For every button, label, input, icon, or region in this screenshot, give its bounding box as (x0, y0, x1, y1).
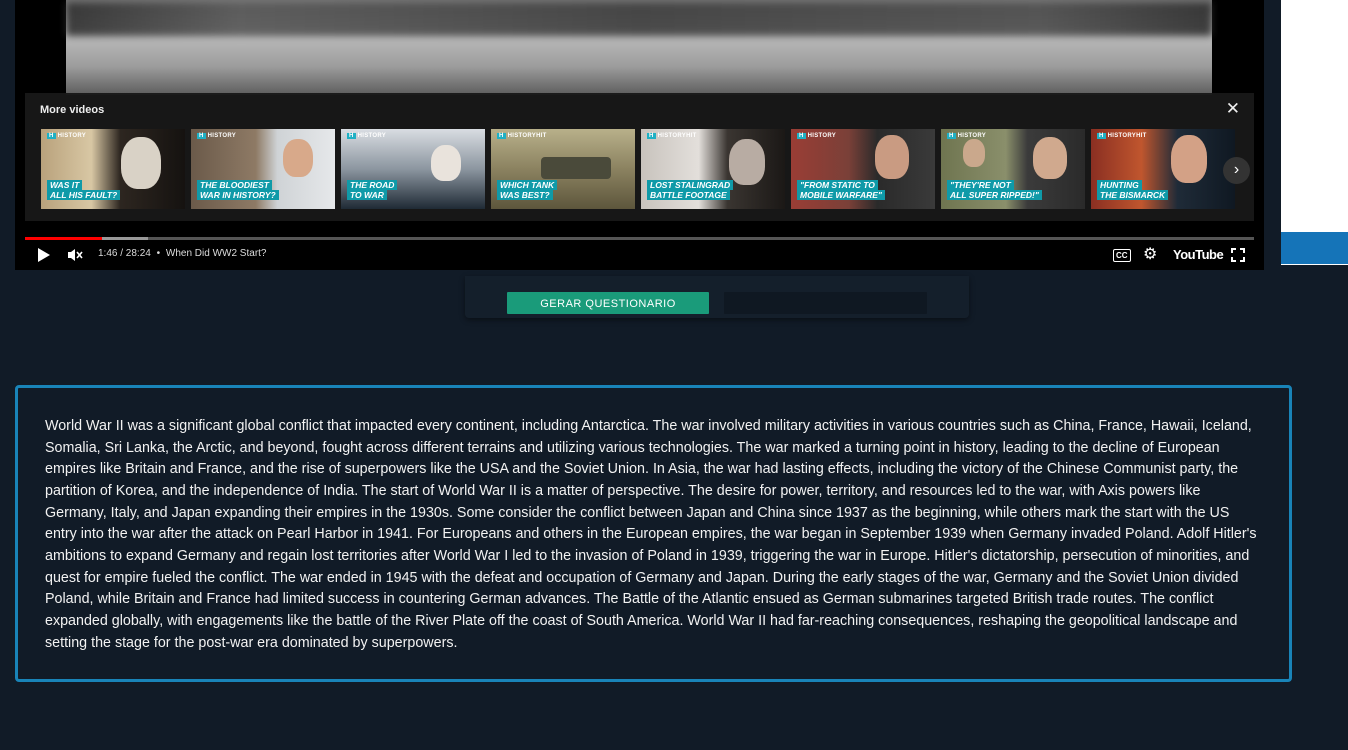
thumbnail-brand: HISTORYHIT (1097, 133, 1147, 139)
secondary-button[interactable] (724, 292, 927, 314)
player-controls: 1:46 / 28:24 • When Did WW2 Start? CC ⚙ … (25, 244, 1254, 266)
thumbnail-caption-line-2: TO WAR (347, 190, 387, 200)
volume-muted-icon[interactable] (67, 244, 83, 266)
video-thumbnail[interactable]: HISTORY THE ROADTO WAR (341, 129, 485, 209)
video-thumbnail[interactable]: HISTORY WAS ITALL HIS FAULT? (41, 129, 185, 209)
more-videos-title: More videos (40, 104, 105, 116)
thumbnail-caption-line-2: ALL SUPER RIPPED!" (947, 190, 1042, 200)
video-thumbnail[interactable]: HISTORYHIT LOST STALINGRADBATTLE FOOTAGE (641, 129, 785, 209)
thumbnail-caption-line-1: THE ROAD (347, 180, 398, 190)
summary-text: World War II was a significant global co… (45, 418, 1257, 651)
fullscreen-icon[interactable] (1231, 244, 1245, 266)
thumbnail-brand: HISTORY (347, 133, 386, 139)
video-frame[interactable] (66, 0, 1212, 95)
time-display: 1:46 / 28:24 (98, 248, 151, 259)
captions-icon[interactable]: CC (1113, 249, 1131, 262)
side-panel (1281, 0, 1348, 265)
thumbnail-strip: HISTORY WAS ITALL HIS FAULT? HISTORY THE… (41, 129, 1236, 209)
play-icon[interactable] (37, 244, 51, 266)
close-icon[interactable]: ✕ (1226, 100, 1240, 118)
thumbnail-caption-line-1: HUNTING (1097, 180, 1142, 190)
thumbnail-brand: HISTORY (47, 133, 86, 139)
progress-played (25, 237, 102, 240)
thumbnail-caption-line-1: THE BLOODIEST (197, 180, 272, 190)
thumbnail-caption-line-2: BATTLE FOOTAGE (647, 190, 730, 200)
thumbnail-caption-line-2: THE BISMARCK (1097, 190, 1169, 200)
video-time-info: 1:46 / 28:24 • When Did WW2 Start? (98, 248, 267, 259)
thumbnail-brand: HISTORY (947, 133, 986, 139)
thumbnail-caption-line-1: LOST STALINGRAD (647, 180, 734, 190)
chevron-right-icon[interactable]: › (1223, 157, 1250, 184)
thumbnail-caption-line-2: ALL HIS FAULT? (47, 190, 121, 200)
thumbnail-caption-line-1: "FROM STATIC TO (797, 180, 878, 190)
video-player[interactable]: More videos ✕ HISTORY WAS ITALL HIS FAUL… (15, 0, 1264, 270)
video-thumbnail[interactable]: HISTORY THE BLOODIESTWAR IN HISTORY? (191, 129, 335, 209)
separator: • (156, 248, 161, 259)
thumbnail-caption-line-1: WAS IT (47, 180, 83, 190)
thumbnail-caption-line-2: WAR IN HISTORY? (197, 190, 279, 200)
video-thumbnail[interactable]: HISTORY "THEY'RE NOTALL SUPER RIPPED!" (941, 129, 1085, 209)
thumbnail-caption-line-2: WAS BEST? (497, 190, 553, 200)
thumbnail-brand: HISTORYHIT (647, 133, 697, 139)
thumbnail-caption-line-1: "THEY'RE NOT (947, 180, 1014, 190)
video-thumbnail[interactable]: HISTORYHIT WHICH TANKWAS BEST? (491, 129, 635, 209)
settings-gear-icon[interactable]: ⚙ (1143, 244, 1157, 266)
thumbnail-brand: HISTORY (197, 133, 236, 139)
side-panel-bar[interactable] (1281, 232, 1348, 264)
thumbnail-brand: HISTORY (797, 133, 836, 139)
youtube-logo[interactable]: YouTube (1173, 244, 1224, 266)
thumbnail-caption-line-1: WHICH TANK (497, 180, 558, 190)
progress-bar[interactable] (25, 237, 1254, 240)
action-card: GERAR QUESTIONARIO (465, 276, 969, 318)
thumbnail-brand: HISTORYHIT (497, 133, 547, 139)
more-videos-panel: More videos ✕ HISTORY WAS ITALL HIS FAUL… (25, 93, 1254, 221)
thumbnail-caption-line-2: MOBILE WARFARE" (797, 190, 885, 200)
video-thumbnail[interactable]: HISTORY "FROM STATIC TOMOBILE WARFARE" (791, 129, 935, 209)
summary-panel: World War II was a significant global co… (15, 385, 1292, 682)
generate-questionnaire-button[interactable]: GERAR QUESTIONARIO (507, 292, 709, 314)
video-title: When Did WW2 Start? (165, 248, 267, 259)
video-thumbnail[interactable]: HISTORYHIT HUNTINGTHE BISMARCK (1091, 129, 1235, 209)
